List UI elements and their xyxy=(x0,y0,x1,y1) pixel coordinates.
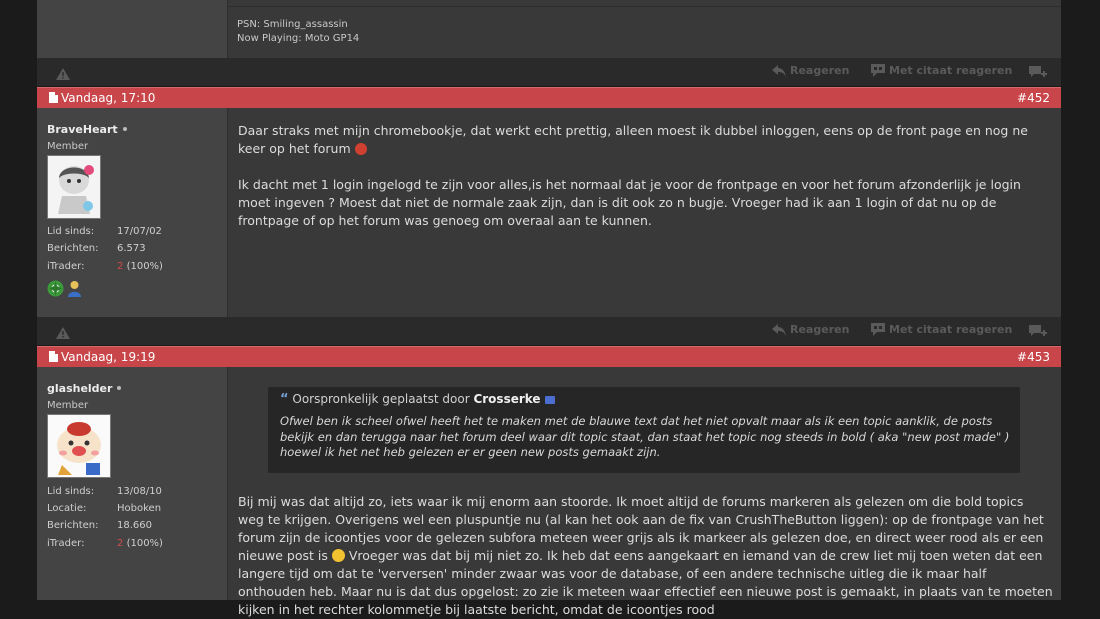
signature-line: PSN: Smiling_assassin xyxy=(237,19,348,30)
quote-reply-button[interactable]: Met citaat reageren xyxy=(871,64,1012,77)
quote-reply-label: Met citaat reageren xyxy=(889,64,1013,77)
stat-value: 13/08/10 xyxy=(117,486,162,497)
right-gutter xyxy=(1061,0,1100,600)
quote-reply-label: Met citaat reageren xyxy=(889,323,1013,336)
stat-value: Hoboken xyxy=(117,503,162,514)
stat-row: Locatie: Hoboken xyxy=(47,503,217,517)
warning-triangle-icon[interactable] xyxy=(56,324,70,343)
stat-label: Berichten: xyxy=(47,520,99,531)
multiquote-plus-icon[interactable] xyxy=(1029,65,1047,84)
post-paragraph: Ik dacht met 1 login ingelogd te zijn vo… xyxy=(238,177,1021,228)
post-actions-bar: Reageren Met citaat reageren xyxy=(37,317,1061,345)
post-paragraph: Vroeger was dat bij mij niet zo. Ik heb … xyxy=(238,548,1053,617)
avatar[interactable] xyxy=(47,414,111,478)
user-role: Member xyxy=(47,400,89,411)
post-body: Daar straks met mijn chromebookje, dat w… xyxy=(228,108,1061,317)
stat-value: (100%) xyxy=(126,261,163,272)
stat-label: Lid sinds: xyxy=(47,226,95,237)
stat-label: iTrader: xyxy=(47,538,85,549)
laughing-smiley-icon xyxy=(331,549,345,562)
quote-bubble-icon xyxy=(871,323,885,336)
stat-value: 18.660 xyxy=(117,520,152,531)
post-document-icon xyxy=(49,92,58,103)
username-link[interactable]: glashelder xyxy=(47,382,112,395)
quote-header: “ Oorspronkelijk geplaatst door Crosserk… xyxy=(280,392,555,407)
post-date: Vandaag, 19:19 xyxy=(61,350,156,364)
stat-row: Berichten: 6.573 xyxy=(47,243,217,257)
itrader-count-link[interactable]: 2 xyxy=(117,261,123,272)
avatar[interactable] xyxy=(47,155,101,219)
quote-bubble-icon xyxy=(871,64,885,77)
post-header: Vandaag, 17:10 #452 xyxy=(37,87,1061,109)
post-message: Daar straks met mijn chromebookje, dat w… xyxy=(238,122,1053,248)
stat-row: Berichten: 18.660 xyxy=(47,520,217,534)
online-status-icon xyxy=(122,126,127,131)
itrader-count-link[interactable]: 2 xyxy=(117,538,123,549)
reply-button[interactable]: Reageren xyxy=(772,64,849,77)
helper-badge-icon xyxy=(67,280,82,301)
stat-row: iTrader: 2 (100%) xyxy=(47,538,217,552)
post-message: Bij mij was dat altijd zo, iets waar ik … xyxy=(238,493,1053,619)
stat-value: 17/07/02 xyxy=(117,226,162,237)
post-actions-bar: Reageren Met citaat reageren xyxy=(37,58,1061,86)
user-sidebar: glashelder Member Lid sinds: 13/08/10 Lo… xyxy=(37,367,227,600)
username-link[interactable]: BraveHeart xyxy=(47,123,118,136)
reply-label: Reageren xyxy=(790,323,850,336)
quote-author: Crosserke xyxy=(473,392,541,406)
quote-text: Ofwel ben ik scheel ofwel heeft het te m… xyxy=(280,414,1010,459)
stat-label: iTrader: xyxy=(47,261,85,272)
stat-row: Lid sinds: 17/07/02 xyxy=(47,226,217,240)
post-header: Vandaag, 19:19 #453 xyxy=(37,346,1061,368)
quote-marks-icon: “ xyxy=(280,392,289,407)
signature-line: Now Playing: Moto GP14 xyxy=(237,33,360,44)
prev-post-sidebar xyxy=(37,0,227,58)
signature-divider xyxy=(228,6,1061,7)
stat-value: (100%) xyxy=(126,538,163,549)
reply-label: Reageren xyxy=(790,64,850,77)
stat-row: Lid sinds: 13/08/10 xyxy=(47,486,217,500)
post-date: Vandaag, 17:10 xyxy=(61,91,156,105)
left-gutter xyxy=(0,0,37,600)
online-status-icon xyxy=(117,385,122,390)
post-body: “ Oorspronkelijk geplaatst door Crosserk… xyxy=(228,367,1061,617)
quote-prefix: Oorspronkelijk geplaatst door xyxy=(292,392,470,406)
signature: PSN: Smiling_assassin Now Playing: Moto … xyxy=(237,18,359,46)
view-post-arrow-icon[interactable] xyxy=(544,395,555,404)
warning-triangle-icon[interactable] xyxy=(56,65,70,84)
reply-arrow-icon xyxy=(772,64,786,77)
reply-button[interactable]: Reageren xyxy=(772,323,849,336)
angry-smiley-icon xyxy=(354,143,367,155)
quote-reply-button[interactable]: Met citaat reageren xyxy=(871,323,1012,336)
stat-label: Berichten: xyxy=(47,243,99,254)
post-number-link[interactable]: #453 xyxy=(1017,350,1050,364)
stat-label: Locatie: xyxy=(47,503,87,514)
post-document-icon xyxy=(49,351,58,362)
multiquote-plus-icon[interactable] xyxy=(1029,324,1047,343)
stat-value: 6.573 xyxy=(117,243,146,254)
recycle-badge-icon xyxy=(47,280,64,301)
reply-arrow-icon xyxy=(772,323,786,336)
post-number-link[interactable]: #452 xyxy=(1017,91,1050,105)
prev-post-content: PSN: Smiling_assassin Now Playing: Moto … xyxy=(228,0,1061,58)
user-role: Member xyxy=(47,141,89,152)
stat-row: iTrader: 2 (100%) xyxy=(47,261,217,275)
user-sidebar: BraveHeart Member Lid sinds: 17/07/02 Be… xyxy=(37,108,227,317)
quote-block: “ Oorspronkelijk geplaatst door Crosserk… xyxy=(268,387,1020,473)
stat-label: Lid sinds: xyxy=(47,486,95,497)
